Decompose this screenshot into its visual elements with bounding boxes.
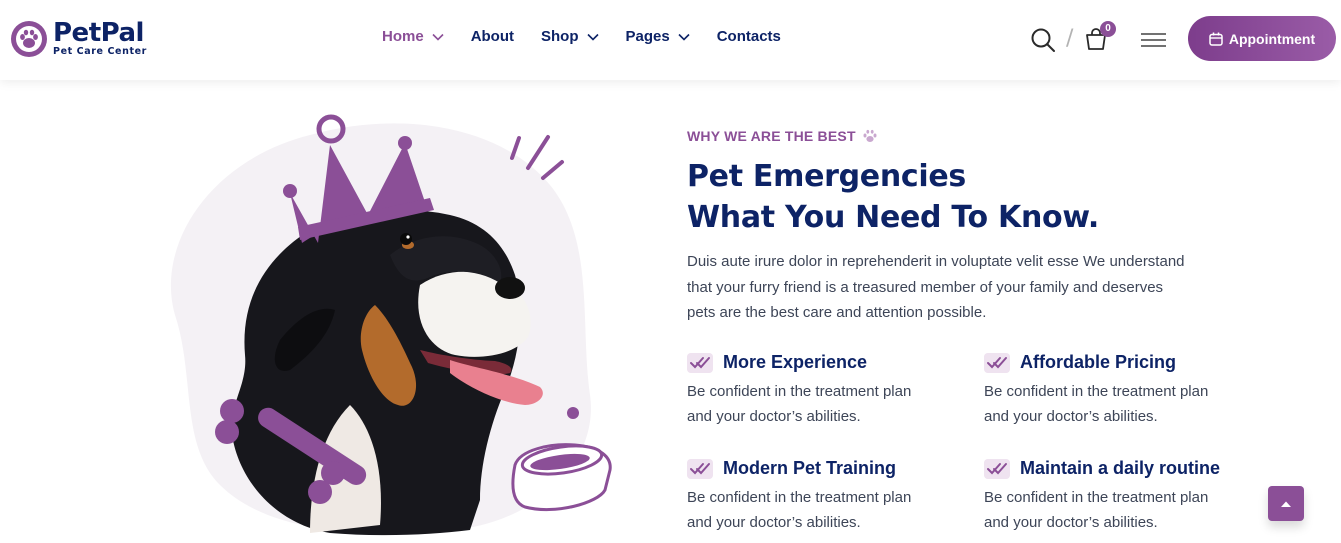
brand-name: PetPal [53,18,144,48]
feature-title: Maintain a daily routine [1020,458,1221,478]
nav-item-shop[interactable]: Shop [541,28,599,45]
section-title: Pet Emergencies What You Need To Know. [687,156,1099,238]
feature-affordable-pricing: Affordable Pricing Be confident in the t… [984,352,1274,429]
brand-tagline: Pet Care Center [53,46,147,57]
nav-label: About [470,28,515,45]
desc-line: that your furry friend is a treasured me… [687,278,1164,296]
paw-icon [11,21,47,57]
chevron-down-icon [432,33,444,41]
cart-count-badge: 0 [1100,21,1116,37]
feature-title: Affordable Pricing [1020,352,1177,372]
feature-text: Be confident in the treatment plan [687,489,912,506]
title-line-1: Pet Emergencies [687,159,966,194]
feature-text: and your doctor’s abilities. [687,514,861,531]
food-bowl-decoration [511,443,612,512]
dog-illustration [170,114,612,536]
search-icon[interactable] [1030,27,1056,53]
feature-daily-routine: Maintain a daily routine Be confident in… [984,458,1274,535]
appointment-label: Appointment [1228,30,1316,47]
menu-icon[interactable] [1141,33,1166,47]
header-divider: / [1066,26,1074,51]
feature-title: Modern Pet Training [723,458,897,478]
feature-more-experience: More Experience Be confident in the trea… [687,352,977,429]
nav-label: Shop [541,28,579,45]
feature-text: and your doctor’s abilities. [984,408,1158,425]
nav-label: Pages [625,28,670,45]
section-kicker: WHY WE ARE THE BEST [687,128,878,144]
feature-text: and your doctor’s abilities. [687,408,861,425]
appointment-button[interactable]: Appointment [1188,16,1336,61]
nav-item-pages[interactable]: Pages [626,28,690,45]
kicker-text: WHY WE ARE THE BEST [687,128,856,144]
logo[interactable]: PetPal Pet Care Center [11,18,147,57]
chevron-down-icon [586,33,599,41]
nav-label: Home [382,28,424,45]
feature-text: Be confident in the treatment plan [984,489,1209,506]
nav-item-contacts[interactable]: Contacts [717,28,781,45]
nav-label: Contacts [716,28,781,45]
double-check-icon [687,352,713,373]
paw-icon [863,129,877,142]
feature-text: and your doctor’s abilities. [984,514,1158,531]
scroll-to-top-button[interactable] [1268,486,1304,521]
chevron-up-icon [1281,501,1291,507]
feature-text: Be confident in the treatment plan [984,383,1209,400]
title-line-2: What You Need To Know. [687,200,1099,235]
nav-item-home[interactable]: Home [382,28,444,45]
section-description: Duis aute irure dolor in reprehenderit i… [687,249,1207,326]
nav-item-about[interactable]: About [471,28,514,45]
feature-text: Be confident in the treatment plan [687,383,912,400]
site-header: PetPal Pet Care Center Home About Shop P… [0,0,1341,80]
desc-line: pets are the best care and attention pos… [687,304,987,321]
desc-line: Duis aute irure dolor in reprehenderit i… [687,253,1185,270]
dot-decoration [567,407,579,419]
double-check-icon [687,458,713,479]
calendar-icon [1209,32,1223,46]
double-check-icon [984,352,1010,373]
feature-modern-pet-training: Modern Pet Training Be confident in the … [687,458,977,535]
main-nav: Home About Shop Pages Contacts [382,28,808,45]
feature-title: More Experience [723,352,868,372]
double-check-icon [984,458,1010,479]
chevron-down-icon [678,33,690,41]
